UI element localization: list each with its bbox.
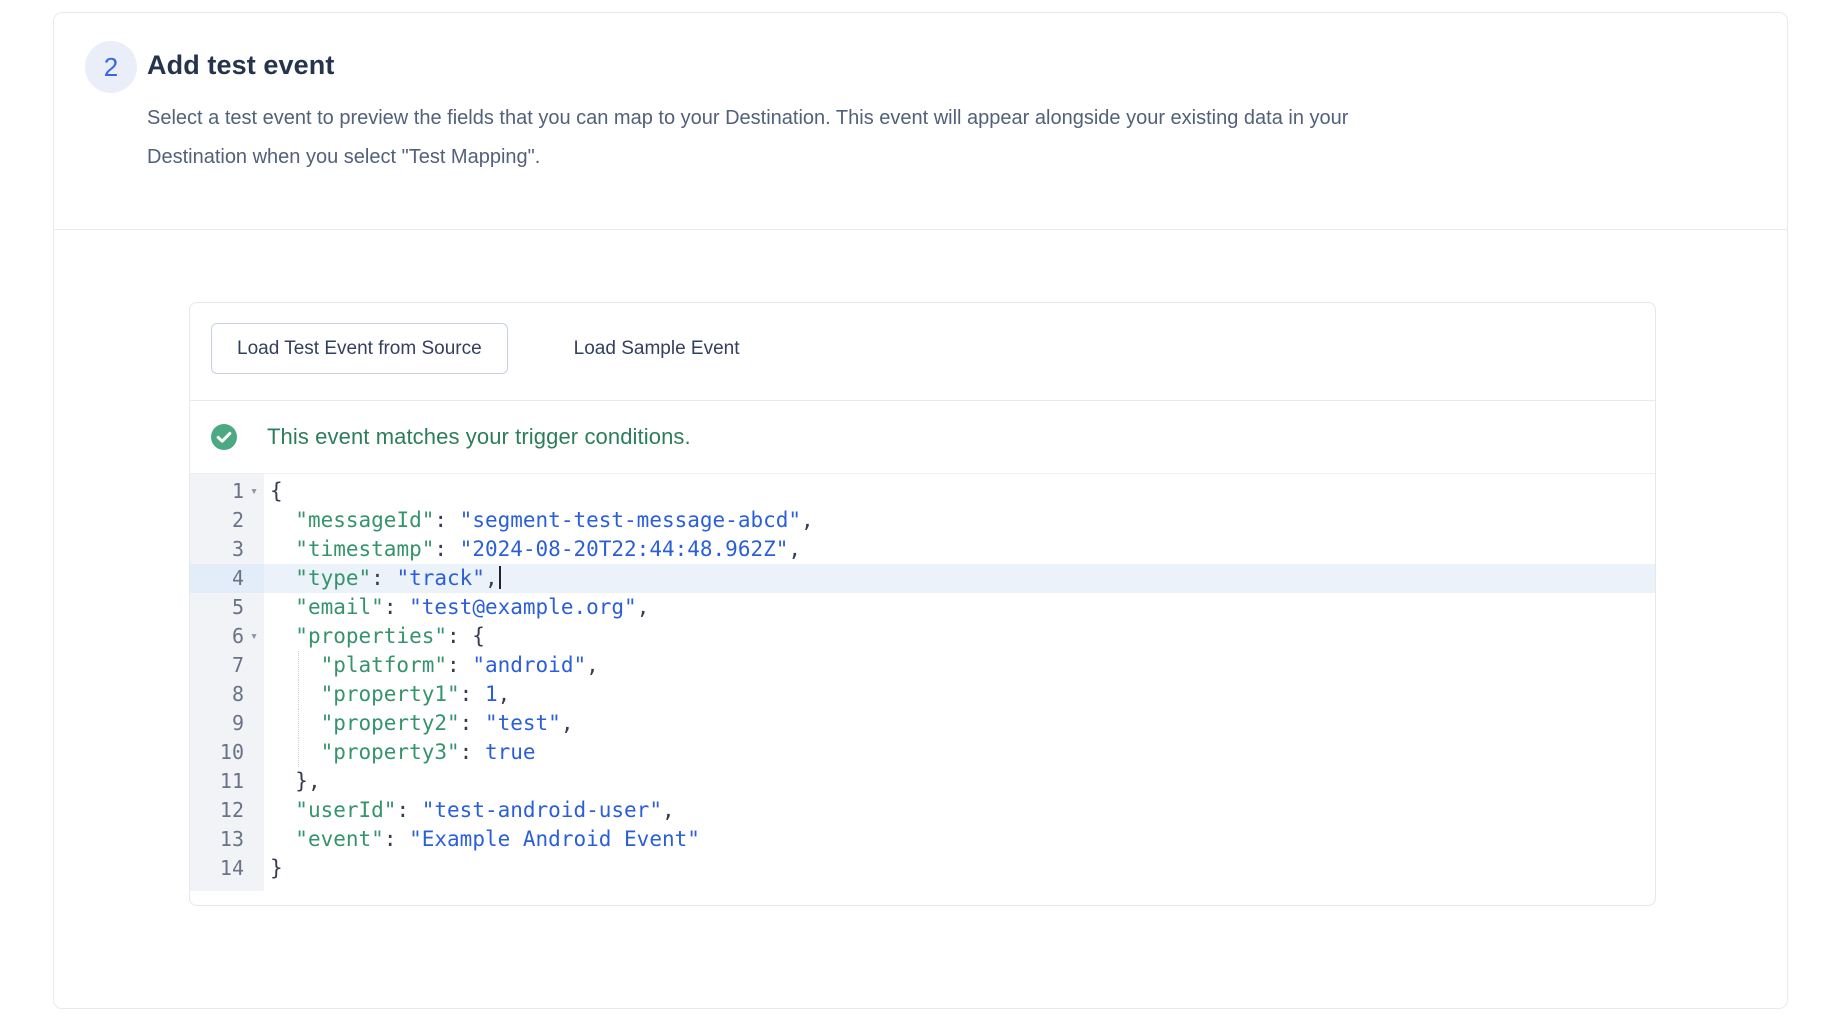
line-number: 11 bbox=[190, 767, 244, 796]
fold-spacer bbox=[244, 680, 264, 709]
check-circle-icon bbox=[211, 424, 237, 450]
code-line[interactable]: 14} bbox=[190, 854, 1655, 883]
code-line[interactable]: 7 "platform": "android", bbox=[190, 651, 1655, 680]
code-text: "properties": { bbox=[264, 622, 1655, 651]
fold-spacer bbox=[244, 593, 264, 622]
line-gutter: 4 bbox=[190, 564, 264, 593]
line-number: 8 bbox=[190, 680, 244, 709]
code-text: "messageId": "segment-test-message-abcd"… bbox=[264, 506, 1655, 535]
load-test-event-button[interactable]: Load Test Event from Source bbox=[211, 323, 508, 374]
step-card: 2 Add test event Select a test event to … bbox=[53, 12, 1788, 1009]
step-header: 2 Add test event Select a test event to … bbox=[54, 13, 1787, 230]
step-description-line-1: Select a test event to preview the field… bbox=[147, 99, 1348, 138]
json-editor[interactable]: 1▾{2 "messageId": "segment-test-message-… bbox=[190, 473, 1655, 891]
code-line[interactable]: 13 "event": "Example Android Event" bbox=[190, 825, 1655, 854]
code-line[interactable]: 8 "property1": 1, bbox=[190, 680, 1655, 709]
code-text: "property1": 1, bbox=[264, 680, 1655, 709]
code-text: "email": "test@example.org", bbox=[264, 593, 1655, 622]
indent-guide bbox=[298, 680, 299, 709]
code-line[interactable]: 11 }, bbox=[190, 767, 1655, 796]
fold-toggle-icon[interactable]: ▾ bbox=[244, 622, 264, 651]
line-gutter: 13 bbox=[190, 825, 264, 854]
line-number: 14 bbox=[190, 854, 244, 883]
page-title: Add test event bbox=[147, 49, 1348, 81]
line-gutter: 8 bbox=[190, 680, 264, 709]
code-line[interactable]: 6▾ "properties": { bbox=[190, 622, 1655, 651]
indent-guide bbox=[298, 738, 299, 767]
fold-spacer bbox=[244, 854, 264, 883]
code-line[interactable]: 5 "email": "test@example.org", bbox=[190, 593, 1655, 622]
fold-spacer bbox=[244, 738, 264, 767]
code-text: "event": "Example Android Event" bbox=[264, 825, 1655, 854]
line-number: 5 bbox=[190, 593, 244, 622]
line-number: 6 bbox=[190, 622, 244, 651]
code-line[interactable]: 12 "userId": "test-android-user", bbox=[190, 796, 1655, 825]
line-gutter: 9 bbox=[190, 709, 264, 738]
line-gutter: 11 bbox=[190, 767, 264, 796]
line-number: 7 bbox=[190, 651, 244, 680]
line-gutter: 14 bbox=[190, 854, 264, 883]
line-gutter: 7 bbox=[190, 651, 264, 680]
test-event-toolbar: Load Test Event from Source Load Sample … bbox=[190, 303, 1655, 401]
step-number: 2 bbox=[104, 52, 118, 83]
line-gutter: 3 bbox=[190, 535, 264, 564]
step-description: Select a test event to preview the field… bbox=[147, 99, 1348, 177]
fold-spacer bbox=[244, 651, 264, 680]
fold-spacer bbox=[244, 767, 264, 796]
code-line[interactable]: 4 "type": "track", bbox=[190, 564, 1655, 593]
line-gutter: 10 bbox=[190, 738, 264, 767]
line-number: 3 bbox=[190, 535, 244, 564]
step-description-line-2: Destination when you select "Test Mappin… bbox=[147, 138, 1348, 177]
code-line[interactable]: 1▾{ bbox=[190, 477, 1655, 506]
line-gutter: 2 bbox=[190, 506, 264, 535]
line-number: 2 bbox=[190, 506, 244, 535]
fold-spacer bbox=[244, 709, 264, 738]
code-text: "userId": "test-android-user", bbox=[264, 796, 1655, 825]
line-gutter: 6▾ bbox=[190, 622, 264, 651]
line-gutter: 5 bbox=[190, 593, 264, 622]
line-number: 10 bbox=[190, 738, 244, 767]
fold-spacer bbox=[244, 535, 264, 564]
code-text: "timestamp": "2024-08-20T22:44:48.962Z", bbox=[264, 535, 1655, 564]
fold-spacer bbox=[244, 796, 264, 825]
step-number-badge: 2 bbox=[85, 41, 137, 93]
fold-spacer bbox=[244, 506, 264, 535]
code-text: } bbox=[264, 854, 1655, 883]
indent-guide bbox=[298, 709, 299, 738]
line-gutter: 12 bbox=[190, 796, 264, 825]
code-text: "property2": "test", bbox=[264, 709, 1655, 738]
step-body: Load Test Event from Source Load Sample … bbox=[54, 230, 1787, 1008]
code-text: }, bbox=[264, 767, 1655, 796]
code-text: { bbox=[264, 477, 1655, 506]
status-message: This event matches your trigger conditio… bbox=[267, 424, 691, 450]
line-number: 9 bbox=[190, 709, 244, 738]
load-sample-event-button[interactable]: Load Sample Event bbox=[548, 323, 766, 374]
code-text: "property3": true bbox=[264, 738, 1655, 767]
step-header-text: Add test event Select a test event to pr… bbox=[147, 41, 1348, 177]
line-gutter: 1▾ bbox=[190, 477, 264, 506]
code-text: "type": "track", bbox=[264, 564, 1655, 593]
line-number: 1 bbox=[190, 477, 244, 506]
code-line[interactable]: 3 "timestamp": "2024-08-20T22:44:48.962Z… bbox=[190, 535, 1655, 564]
fold-spacer bbox=[244, 564, 264, 593]
indent-guide bbox=[298, 651, 299, 680]
text-cursor bbox=[499, 566, 501, 589]
code-text: "platform": "android", bbox=[264, 651, 1655, 680]
code-line[interactable]: 10 "property3": true bbox=[190, 738, 1655, 767]
trigger-match-status: This event matches your trigger conditio… bbox=[190, 401, 1655, 473]
line-number: 12 bbox=[190, 796, 244, 825]
fold-toggle-icon[interactable]: ▾ bbox=[244, 477, 264, 506]
code-line[interactable]: 9 "property2": "test", bbox=[190, 709, 1655, 738]
line-number: 4 bbox=[190, 564, 244, 593]
line-number: 13 bbox=[190, 825, 244, 854]
fold-spacer bbox=[244, 825, 264, 854]
code-line[interactable]: 2 "messageId": "segment-test-message-abc… bbox=[190, 506, 1655, 535]
test-event-panel: Load Test Event from Source Load Sample … bbox=[189, 302, 1656, 906]
